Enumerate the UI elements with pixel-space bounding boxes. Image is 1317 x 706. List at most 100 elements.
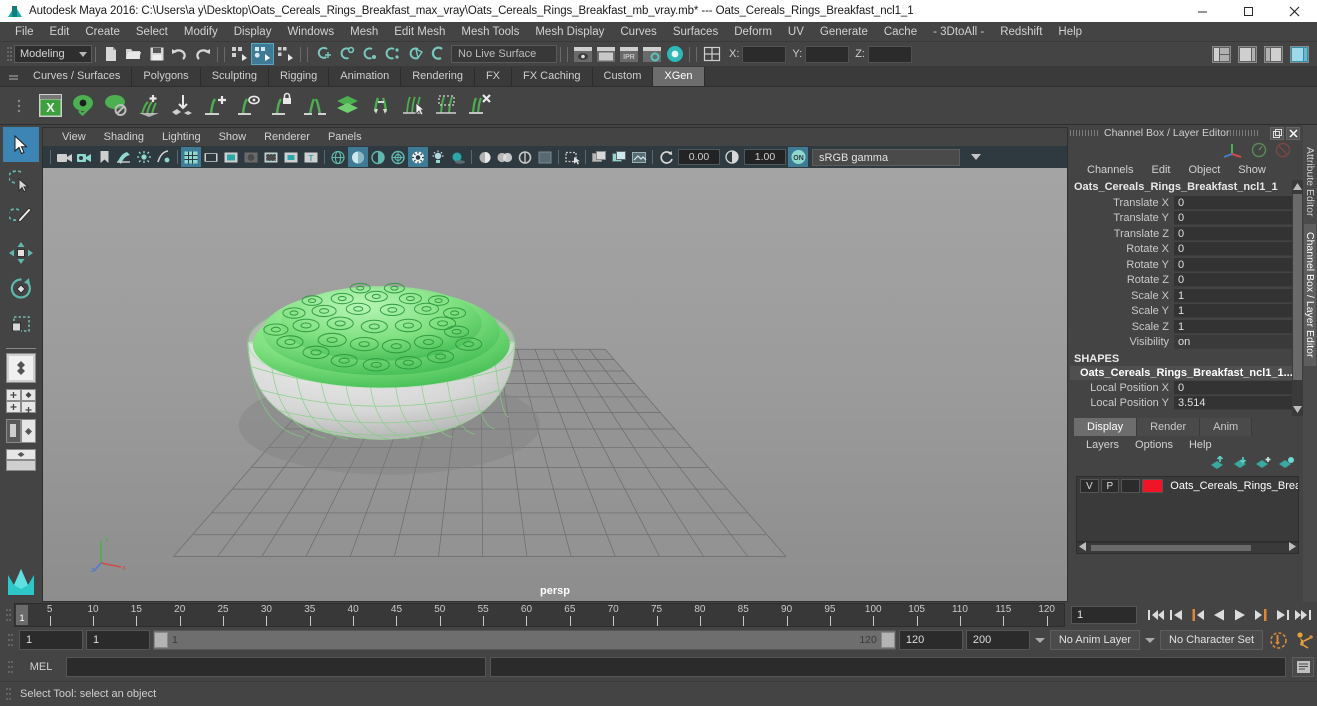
- time-cursor[interactable]: 1: [16, 604, 28, 625]
- step-back-key-icon[interactable]: [1166, 604, 1187, 626]
- viewport-3d-canvas[interactable]: persp y x z: [43, 168, 1067, 601]
- xgen-convert-guide-icon[interactable]: [364, 89, 397, 122]
- channel-row-rotate-x[interactable]: Rotate X 0: [1070, 242, 1292, 258]
- text-overlay-icon[interactable]: T: [301, 147, 321, 167]
- layer-row[interactable]: V P Oats_Cereals_Rings_Brea: [1077, 477, 1298, 493]
- xgen-guide-visibility-icon[interactable]: [232, 89, 265, 122]
- two-sided-lighting-icon[interactable]: [134, 147, 154, 167]
- viewport-menu-shading[interactable]: Shading: [95, 128, 153, 146]
- scale-tool-button[interactable]: [3, 307, 39, 342]
- channel-row-local-position-y[interactable]: Local Position Y 3.514: [1070, 396, 1292, 412]
- image-plane-icon[interactable]: [114, 147, 134, 167]
- channel-value[interactable]: 0: [1174, 257, 1292, 272]
- script-editor-icon[interactable]: [1292, 657, 1314, 677]
- shape-node-name[interactable]: Oats_Cereals_Rings_Breakfast_ncl1_1...: [1070, 366, 1292, 380]
- menu-select[interactable]: Select: [128, 22, 176, 42]
- textured-shading-icon[interactable]: [388, 147, 408, 167]
- shelf-tab-fx-caching[interactable]: FX Caching: [512, 67, 593, 86]
- channel-value[interactable]: 0: [1174, 380, 1292, 395]
- xgen-add-description-icon[interactable]: [133, 89, 166, 122]
- show-attribute-editor-icon[interactable]: [1236, 43, 1259, 65]
- grid-toggle-icon[interactable]: [181, 147, 201, 167]
- channel-box-scrollbar[interactable]: [1292, 180, 1303, 416]
- wireframe-shading-icon[interactable]: [328, 147, 348, 167]
- tab-render-layers[interactable]: Render: [1137, 418, 1201, 436]
- channel-box-menu-channels[interactable]: Channels: [1078, 161, 1142, 180]
- exposure-reset-icon[interactable]: [656, 147, 676, 167]
- menu-redshift[interactable]: Redshift: [992, 22, 1050, 42]
- snap-to-curve-icon[interactable]: [311, 43, 334, 65]
- move-layer-up-icon[interactable]: [1209, 454, 1226, 473]
- xgen-region-icon[interactable]: [430, 89, 463, 122]
- range-end-handle[interactable]: [880, 632, 895, 648]
- coord-x-field[interactable]: [742, 45, 787, 63]
- make-live-icon[interactable]: [426, 43, 449, 65]
- range-start-handle[interactable]: [154, 632, 168, 648]
- viewport-menu-view[interactable]: View: [53, 128, 95, 146]
- xgen-preview-off-icon[interactable]: [100, 89, 133, 122]
- menu-create[interactable]: Create: [77, 22, 128, 42]
- channel-box-menu-object[interactable]: Object: [1179, 161, 1229, 180]
- panel-drag-handle-right[interactable]: [1229, 128, 1264, 138]
- command-language-label[interactable]: MEL: [20, 661, 62, 673]
- scrollbar-thumb[interactable]: [1293, 194, 1302, 380]
- camera-attributes-icon[interactable]: [74, 147, 94, 167]
- texture-filter-icon[interactable]: [535, 147, 555, 167]
- coord-z-field[interactable]: [867, 45, 912, 63]
- menuset-selector[interactable]: Modeling: [14, 45, 92, 63]
- color-profile-select[interactable]: sRGB gamma: [812, 148, 981, 166]
- resolution-gate-icon[interactable]: [221, 147, 241, 167]
- go-to-end-icon[interactable]: [1292, 604, 1313, 626]
- playback-start-time-field[interactable]: 1: [86, 630, 150, 650]
- paint-select-tool-button[interactable]: [3, 199, 39, 234]
- play-backwards-icon[interactable]: [1208, 604, 1229, 626]
- menu-3dtoall[interactable]: - 3DtoAll -: [925, 22, 992, 42]
- minimize-button[interactable]: [1179, 0, 1225, 22]
- render-current-frame-icon[interactable]: [571, 43, 594, 65]
- viewport-menu-show[interactable]: Show: [210, 128, 256, 146]
- channel-row-scale-y[interactable]: Scale Y 1: [1070, 304, 1292, 320]
- layer-menu-help[interactable]: Help: [1181, 436, 1220, 454]
- show-channel-box-icon[interactable]: [1288, 43, 1311, 65]
- xgen-mirror-guide-icon[interactable]: [298, 89, 331, 122]
- rotate-tool-button[interactable]: [3, 271, 39, 306]
- viewport-menu-renderer[interactable]: Renderer: [255, 128, 319, 146]
- shelf-tab-rendering[interactable]: Rendering: [401, 67, 475, 86]
- channel-value[interactable]: 0: [1174, 242, 1292, 257]
- redo-previous-render-icon[interactable]: [594, 43, 617, 65]
- display-texture-icon[interactable]: [589, 147, 609, 167]
- snap-to-point-icon[interactable]: [357, 43, 380, 65]
- animation-end-time-field[interactable]: 200: [965, 630, 1030, 650]
- range-slider-bar[interactable]: 1 120: [153, 630, 896, 650]
- display-layer-list[interactable]: V P Oats_Cereals_Rings_Brea: [1076, 476, 1299, 542]
- current-frame-field[interactable]: 1: [1071, 605, 1137, 624]
- menu-cache[interactable]: Cache: [876, 22, 925, 42]
- shelf-tab-rigging[interactable]: Rigging: [268, 67, 330, 86]
- xgen-add-guide-icon[interactable]: [199, 89, 232, 122]
- xgen-place-guide-icon[interactable]: [166, 89, 199, 122]
- xray-active-components-icon[interactable]: [515, 147, 535, 167]
- snap-to-projected-center-icon[interactable]: [380, 43, 403, 65]
- no-manipulator-icon[interactable]: [1275, 142, 1291, 161]
- command-line-grip[interactable]: [2, 655, 16, 680]
- layer-name-label[interactable]: Oats_Cereals_Rings_Brea: [1165, 480, 1298, 492]
- select-by-hierarchy-button[interactable]: [228, 43, 251, 65]
- use-all-lights-icon[interactable]: [408, 147, 428, 167]
- step-forward-frame-icon[interactable]: [1250, 604, 1271, 626]
- undo-button[interactable]: [168, 43, 191, 65]
- quick-layout-outliner-persp[interactable]: [6, 419, 36, 446]
- shade-wireframe-icon[interactable]: [368, 147, 388, 167]
- menu-windows[interactable]: Windows: [279, 22, 342, 42]
- open-scene-button[interactable]: [122, 43, 145, 65]
- xgen-lock-guide-icon[interactable]: [265, 89, 298, 122]
- channel-value[interactable]: 0: [1174, 195, 1292, 210]
- layer-color-swatch[interactable]: [1141, 479, 1164, 493]
- channel-row-scale-x[interactable]: Scale X 1: [1070, 288, 1292, 304]
- scrollbar-thumb[interactable]: [1091, 545, 1251, 551]
- channel-value[interactable]: 1: [1174, 319, 1292, 334]
- animation-start-time-field[interactable]: 1: [19, 630, 83, 650]
- menu-file[interactable]: File: [7, 22, 42, 42]
- new-layer-icon[interactable]: [1255, 456, 1272, 473]
- shelf-tab-sculpting[interactable]: Sculpting: [200, 67, 269, 86]
- ipr-render-icon[interactable]: IPR: [617, 43, 640, 65]
